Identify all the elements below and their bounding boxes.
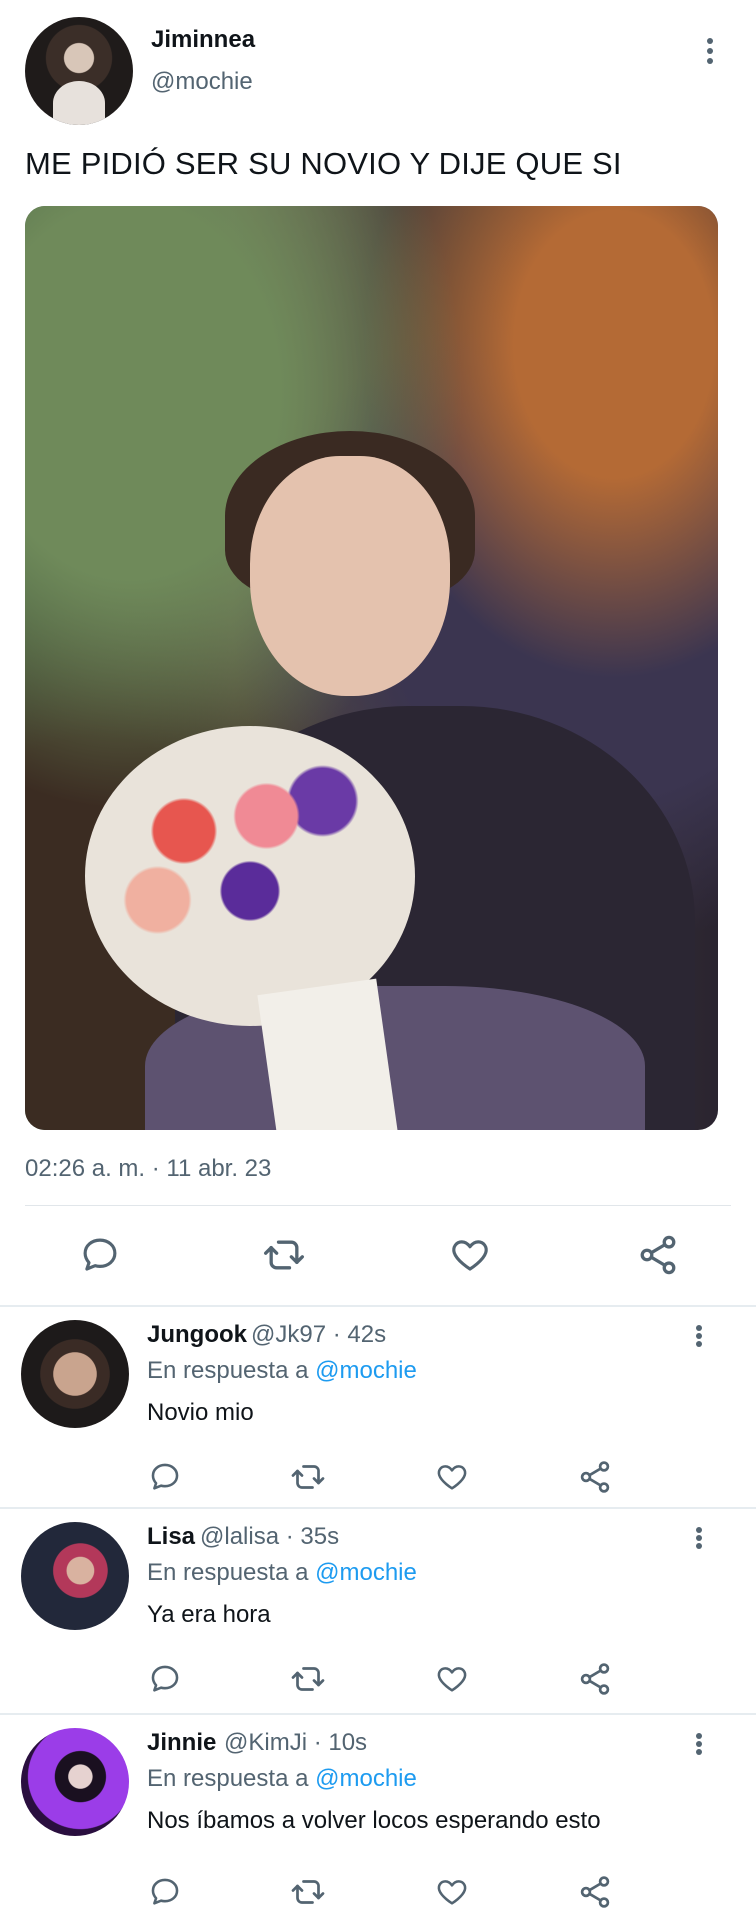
- like-icon[interactable]: [432, 1659, 472, 1699]
- retweet-icon[interactable]: [288, 1659, 328, 1699]
- display-name[interactable]: Jiminnea: [151, 26, 255, 54]
- share-icon[interactable]: [633, 1230, 683, 1280]
- reply-meta: @lalisa · 35s: [200, 1523, 340, 1550]
- more-icon[interactable]: [699, 34, 721, 68]
- reply-text: Ya era hora: [147, 1601, 271, 1628]
- like-icon[interactable]: [432, 1872, 472, 1912]
- avatar[interactable]: [21, 1320, 129, 1428]
- handle[interactable]: @mochie: [151, 68, 253, 96]
- reply-tweet[interactable]: Lisa @lalisa · 35s En respuesta a @mochi…: [0, 1509, 756, 1714]
- like-icon[interactable]: [432, 1457, 472, 1497]
- retweet-icon[interactable]: [288, 1457, 328, 1497]
- more-icon[interactable]: [688, 1523, 710, 1553]
- reply-meta: @KimJi · 10s: [224, 1729, 368, 1756]
- avatar[interactable]: [25, 17, 133, 125]
- tweet-text: ME PIDIÓ SER SU NOVIO Y DIJE QUE SI: [25, 146, 622, 181]
- main-tweet: Jiminnea @mochie ME PIDIÓ SER SU NOVIO Y…: [0, 0, 756, 1306]
- reply-icon[interactable]: [145, 1872, 185, 1912]
- retweet-icon[interactable]: [259, 1230, 309, 1280]
- tweet-timestamp[interactable]: 02:26 a. m. · 11 abr. 23: [25, 1155, 271, 1183]
- reply-text: Nos íbamos a volver locos esperando esto: [147, 1807, 601, 1834]
- reply-text: Novio mio: [147, 1399, 254, 1426]
- reply-tweet[interactable]: Jinnie @KimJi · 10s En respuesta a @moch…: [0, 1715, 756, 1920]
- mention-link[interactable]: @mochie: [315, 1357, 417, 1384]
- like-icon[interactable]: [445, 1230, 495, 1280]
- reply-display-name[interactable]: Lisa: [147, 1523, 195, 1551]
- avatar[interactable]: [21, 1728, 129, 1836]
- avatar[interactable]: [21, 1522, 129, 1630]
- more-icon[interactable]: [688, 1321, 710, 1351]
- retweet-icon[interactable]: [288, 1872, 328, 1912]
- tweet-photo[interactable]: [25, 206, 718, 1130]
- reply-actions: [0, 1872, 756, 1912]
- reply-icon[interactable]: [145, 1457, 185, 1497]
- reply-display-name[interactable]: Jinnie: [147, 1729, 216, 1757]
- reply-icon[interactable]: [75, 1230, 125, 1280]
- reply-context-prefix: En respuesta a: [147, 1357, 309, 1384]
- reply-display-name[interactable]: Jungook: [147, 1321, 247, 1349]
- reply-context: En respuesta a @mochie: [147, 1559, 417, 1587]
- mention-link[interactable]: @mochie: [315, 1765, 417, 1792]
- share-icon[interactable]: [575, 1659, 615, 1699]
- reply-context: En respuesta a @mochie: [147, 1765, 417, 1793]
- reply-context: En respuesta a @mochie: [147, 1357, 417, 1385]
- share-icon[interactable]: [575, 1457, 615, 1497]
- reply-tweet[interactable]: Jungook @Jk97 · 42s En respuesta a @moch…: [0, 1307, 756, 1512]
- reply-context-prefix: En respuesta a: [147, 1559, 309, 1586]
- tweet-actions: [0, 1230, 756, 1280]
- divider: [25, 1205, 731, 1206]
- more-icon[interactable]: [688, 1729, 710, 1759]
- reply-actions: [0, 1659, 756, 1699]
- reply-context-prefix: En respuesta a: [147, 1765, 309, 1792]
- reply-meta: @Jk97 · 42s: [251, 1321, 387, 1348]
- reply-actions: [0, 1457, 756, 1497]
- share-icon[interactable]: [575, 1872, 615, 1912]
- reply-icon[interactable]: [145, 1659, 185, 1699]
- mention-link[interactable]: @mochie: [315, 1559, 417, 1586]
